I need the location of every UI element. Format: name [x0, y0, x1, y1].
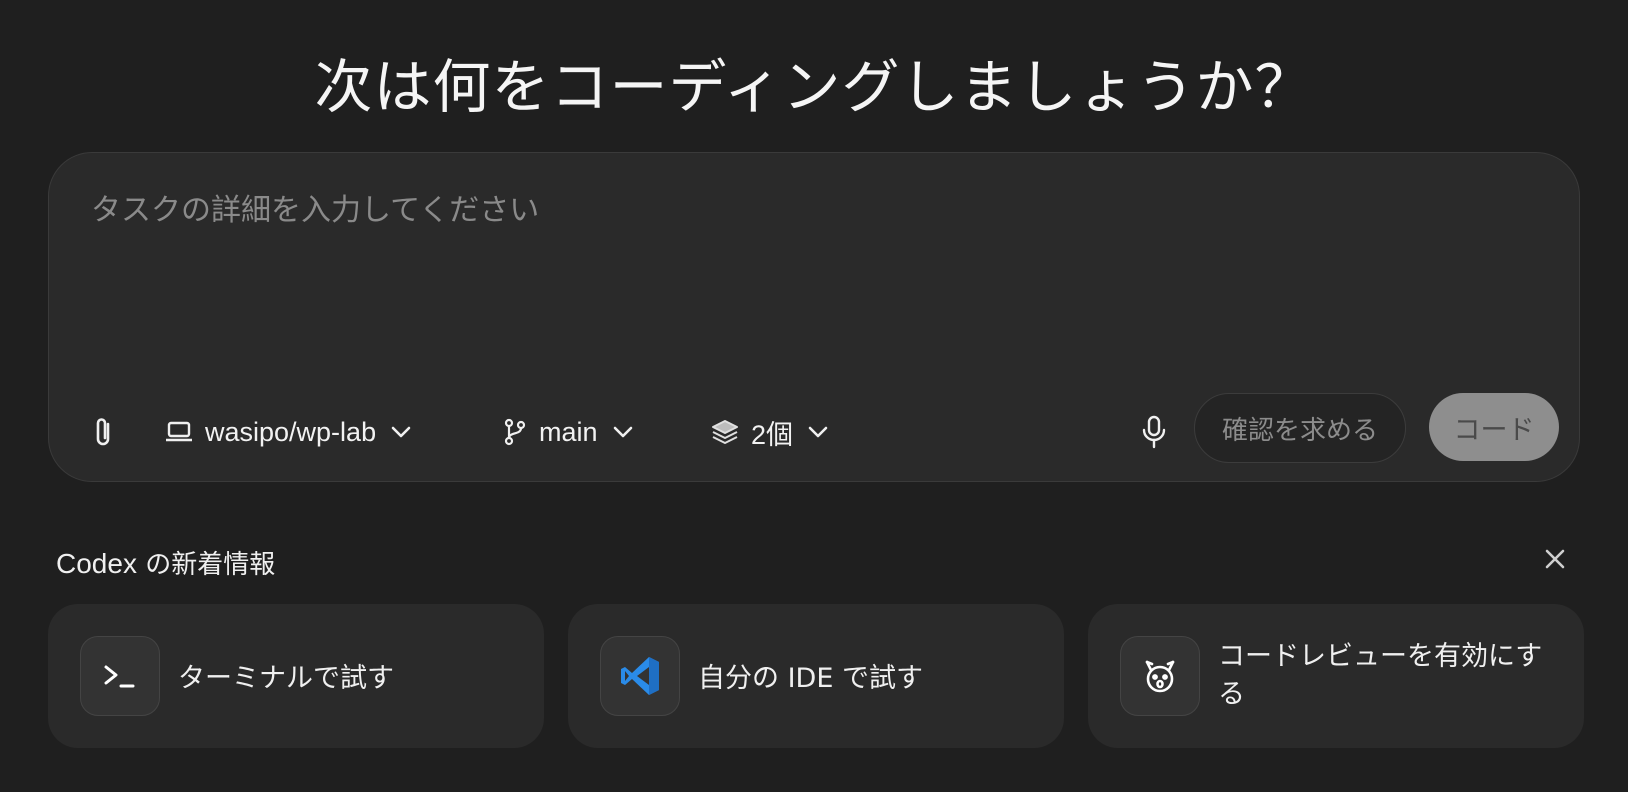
vscode-icon [600, 636, 680, 716]
task-input[interactable] [89, 183, 1533, 327]
news-card-code-review[interactable]: コードレビューを有効にする [1088, 604, 1584, 748]
chevron-down-icon [808, 426, 828, 438]
close-news-button[interactable] [1540, 544, 1570, 574]
attach-button[interactable] [89, 415, 117, 449]
branch-selector[interactable]: main [503, 415, 634, 449]
versions-label: 2個 [751, 419, 794, 450]
chevron-down-icon [613, 426, 632, 438]
branch-label: main [539, 416, 598, 447]
versions-selector[interactable]: 2個 [711, 415, 829, 450]
layers-icon [712, 420, 738, 444]
task-composer: wasipo/wp-lab main [48, 152, 1580, 482]
news-heading: Codex の新着情報 [56, 544, 275, 581]
microphone-button[interactable] [1141, 415, 1167, 449]
codex-home: 次は何をコーディングしましょうか？ wasipo/wp-lab [0, 0, 1628, 792]
git-branch-icon [504, 418, 526, 446]
card-label: コードレビューを有効にする [1218, 641, 1543, 710]
code-button[interactable]: コード [1429, 393, 1559, 461]
card-label: 自分の IDE で試す [698, 663, 923, 694]
card-label: ターミナルで試す [178, 663, 394, 694]
paperclip-icon [96, 418, 110, 446]
environment-selector[interactable]: wasipo/wp-lab [165, 415, 412, 449]
laptop-icon [166, 421, 192, 442]
microphone-icon [1142, 415, 1166, 449]
news-card-ide[interactable]: 自分の IDE で試す [568, 604, 1064, 748]
news-brand: Codex [56, 548, 137, 579]
review-bot-icon [1120, 636, 1200, 716]
ask-button[interactable]: 確認を求める [1194, 393, 1406, 463]
environment-label: wasipo/wp-lab [205, 416, 377, 447]
chevron-down-icon [391, 426, 411, 438]
news-title-suffix: の新着情報 [136, 550, 276, 580]
page-title: 次は何をコーディングしましょうか？ [314, 53, 1314, 121]
close-icon [1545, 549, 1565, 569]
terminal-icon [80, 636, 160, 716]
news-card-terminal[interactable]: ターミナルで試す [48, 604, 544, 748]
